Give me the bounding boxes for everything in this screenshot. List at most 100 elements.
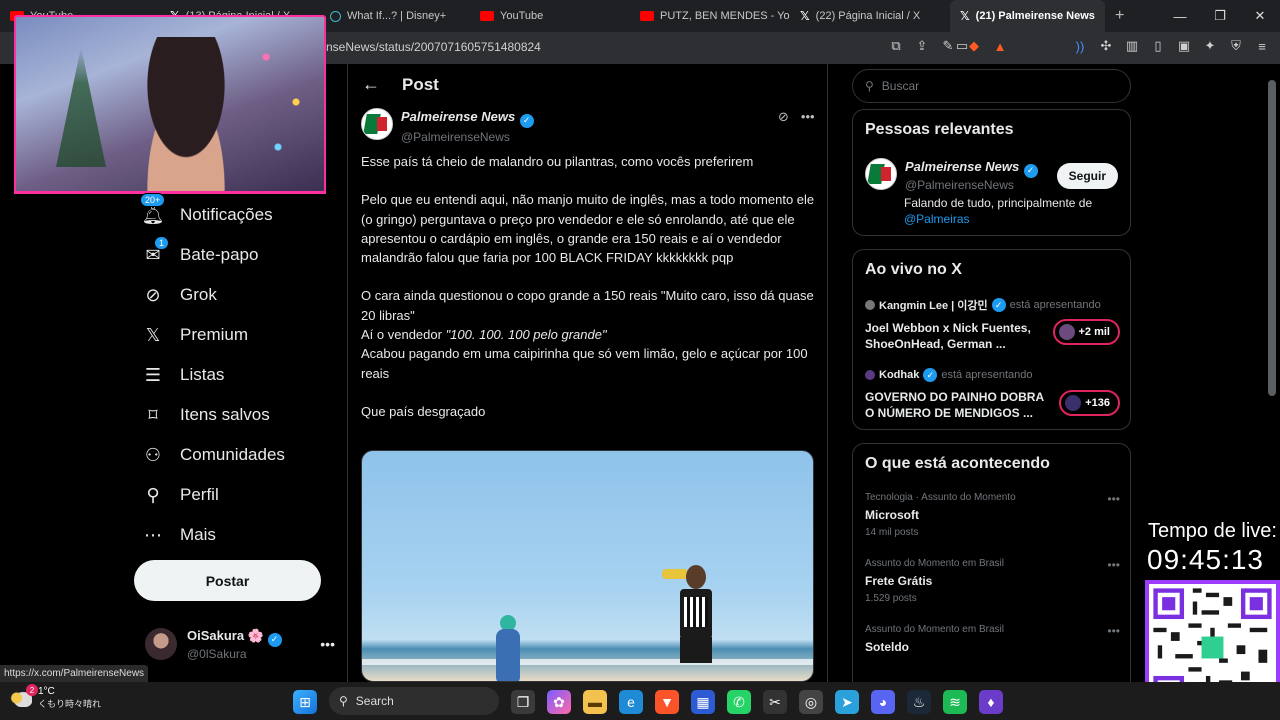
steam-icon[interactable]: ♨ bbox=[907, 690, 931, 714]
nav-profile[interactable]: ⚲ Perfil bbox=[134, 475, 334, 515]
palmeirense-logo bbox=[865, 158, 897, 190]
extensions-icon[interactable]: ✣ bbox=[1098, 38, 1114, 54]
brave-rewards-icon[interactable]: ▲ bbox=[992, 38, 1008, 54]
share-icon[interactable]: ⇪ bbox=[914, 38, 930, 54]
spotify-icon[interactable]: ≋ bbox=[943, 690, 967, 714]
nav-more[interactable]: ⋯ Mais bbox=[134, 515, 334, 555]
post-paragraph: Esse país tá cheio de malandro ou pilant… bbox=[361, 154, 754, 169]
telegram-icon[interactable]: ➤ bbox=[835, 690, 859, 714]
host-avatar bbox=[865, 300, 875, 310]
weather-widget[interactable]: 2 1°C くもり時々晴れ bbox=[10, 684, 101, 710]
left-nav: 🔔︎ 20+ Notificações ✉ 1 Bate-papo ⊘ Grok 𝕏 Pre… bbox=[134, 193, 334, 555]
more-options-icon[interactable]: ••• bbox=[801, 109, 815, 125]
back-arrow-icon[interactable]: ← bbox=[362, 74, 380, 95]
youtube-icon bbox=[480, 11, 494, 21]
nav-bookmarks[interactable]: ⌑ Itens salvos bbox=[134, 395, 334, 435]
brave-icon[interactable]: ▼ bbox=[655, 690, 679, 714]
nav-communities[interactable]: ⚇ Comunidades bbox=[134, 435, 334, 475]
taskbar-search[interactable]: ⚲ Search bbox=[329, 687, 499, 715]
live-title-text: Joel Webbon x Nick Fuentes, ShoeOnHead, … bbox=[865, 321, 1031, 351]
live-item[interactable]: Kangmin Lee | 이강민 ✓ está apresentando Joel… bbox=[865, 297, 1120, 352]
task-view-icon[interactable]: ❐ bbox=[511, 690, 535, 714]
more-dots-icon[interactable]: ••• bbox=[320, 636, 335, 652]
trend-item[interactable]: Assunto do Momento em Brasil Soteldo ••• bbox=[865, 624, 1120, 654]
woman-figure bbox=[492, 615, 522, 681]
post-button[interactable]: Postar bbox=[134, 560, 321, 601]
screen-icon[interactable]: ⧉ bbox=[888, 38, 904, 54]
whatsapp-icon[interactable]: ✆ bbox=[727, 690, 751, 714]
obs-icon[interactable]: ◎ bbox=[799, 690, 823, 714]
webcam-overlay bbox=[14, 15, 326, 193]
sidebar-panel-icon[interactable]: ▯ bbox=[1150, 38, 1166, 54]
more-dots-icon[interactable]: ••• bbox=[1107, 558, 1120, 572]
live-title-text: GOVERNO DO PAINHO DOBRA O NÚMERO DE MEND… bbox=[865, 390, 1044, 420]
nav-grok[interactable]: ⊘ Grok bbox=[134, 275, 334, 315]
bell-icon: 🔔︎ bbox=[141, 204, 165, 225]
column-divider-right bbox=[827, 64, 828, 684]
nav-notifications[interactable]: 🔔︎ 20+ Notificações bbox=[134, 193, 334, 235]
relevant-title: Pessoas relevantes bbox=[865, 121, 1014, 138]
more-dots-icon[interactable]: ••• bbox=[1107, 492, 1120, 506]
menu-icon[interactable]: ≡ bbox=[1254, 38, 1270, 54]
live-item[interactable]: Kodhak ✓ está apresentando GOVERNO DO PAIN… bbox=[865, 368, 1120, 421]
youtube-icon bbox=[640, 11, 654, 21]
windows-start-icon[interactable]: ⊞ bbox=[293, 690, 317, 714]
vendor-figure bbox=[672, 563, 720, 681]
nav-lists[interactable]: ☰ Listas bbox=[134, 355, 334, 395]
maximize-icon[interactable]: ❐ bbox=[1200, 8, 1240, 24]
vpn-icon[interactable]: ⛨ bbox=[1228, 38, 1244, 54]
x-icon: 𝕏 bbox=[800, 9, 810, 23]
live-listeners-pill[interactable]: +136 bbox=[1059, 390, 1120, 416]
trend-item[interactable]: Assunto do Momento em Brasil Frete Gráti… bbox=[865, 558, 1120, 604]
person-icon: ⚲ bbox=[146, 484, 160, 505]
relevant-account[interactable]: Palmeirense News ✓ @PalmeirenseNews bbox=[865, 158, 1038, 192]
nav-chat[interactable]: ✉ 1 Bate-papo bbox=[134, 235, 334, 275]
account-switcher[interactable]: OiSakura 🌸 ✓ @0lSakura ••• bbox=[145, 628, 335, 661]
audio-icon[interactable]: )) bbox=[1072, 38, 1088, 54]
live-listeners-pill[interactable]: +2 mil bbox=[1052, 319, 1120, 345]
listener-avatar bbox=[1058, 324, 1075, 340]
palmeirense-logo bbox=[361, 108, 393, 140]
wallet-icon[interactable]: ▣ bbox=[1176, 38, 1192, 54]
page-scrollbar[interactable] bbox=[1268, 80, 1276, 396]
nav-premium[interactable]: 𝕏 Premium bbox=[134, 315, 334, 355]
palmeiras-link[interactable]: @Palmeiras bbox=[904, 212, 970, 226]
discord-icon[interactable]: ◕ bbox=[871, 690, 895, 714]
more-dots-icon[interactable]: ••• bbox=[1107, 624, 1120, 638]
edit-icon[interactable]: ✎ bbox=[940, 38, 956, 54]
live-card: Ao vivo no X Kangmin Lee | 이강민 ✓ está apre… bbox=[852, 249, 1131, 430]
tab-youtube-putz[interactable]: PUTZ, BEN MENDES - YouTu bbox=[630, 0, 790, 32]
trend-item[interactable]: Tecnologia · Assunto do Momento Microsof… bbox=[865, 492, 1120, 538]
verified-icon: ✓ bbox=[1023, 163, 1038, 178]
url-field[interactable]: nseNews/status/2007071605751480824 bbox=[326, 40, 541, 54]
close-window-icon[interactable]: ✕ bbox=[1240, 8, 1280, 24]
relevant-bio: Falando de tudo, principalmente de @Palm… bbox=[904, 196, 1093, 226]
capcut-icon[interactable]: ✂ bbox=[763, 690, 787, 714]
column-divider-left bbox=[347, 64, 348, 684]
minimize-icon[interactable]: — bbox=[1160, 9, 1200, 24]
leo-icon[interactable]: ✦ bbox=[1202, 38, 1218, 54]
tab-x-home-22[interactable]: 𝕏 (22) Página Inicial / X bbox=[790, 0, 950, 32]
app-icon[interactable]: ♦ bbox=[979, 690, 1003, 714]
weather-badge: 2 bbox=[26, 684, 38, 696]
search-placeholder: Buscar bbox=[881, 79, 920, 93]
edge-icon[interactable]: e bbox=[619, 690, 643, 714]
post-media-image[interactable] bbox=[361, 450, 814, 682]
toolbar-icons: )) ✣ ▥ ▯ ▣ ✦ ⛨ ≡ bbox=[1072, 38, 1270, 54]
follow-button[interactable]: Seguir bbox=[1056, 163, 1118, 189]
post-author[interactable]: Palmeirense News ✓ @PalmeirenseNews bbox=[361, 108, 534, 144]
sidebar-toggle-icon[interactable]: ▥ bbox=[1124, 38, 1140, 54]
copilot-icon[interactable]: ✿ bbox=[547, 690, 571, 714]
grok-explain-icon[interactable]: ⊘ bbox=[778, 109, 789, 125]
verified-icon: ✓ bbox=[923, 368, 938, 382]
brave-shield-icon[interactable]: ◆ bbox=[966, 38, 982, 54]
tab-youtube-2[interactable]: YouTube bbox=[470, 0, 630, 32]
file-explorer-icon[interactable]: ▬ bbox=[583, 690, 607, 714]
tab-disney[interactable]: What If...? | Disney+ bbox=[320, 0, 470, 32]
search-input[interactable]: ⚲ Buscar bbox=[852, 69, 1131, 103]
trends-card: O que está acontecendo Tecnologia · Assu… bbox=[852, 443, 1131, 693]
store-icon[interactable]: ▦ bbox=[691, 690, 715, 714]
new-tab-button[interactable]: + bbox=[1105, 7, 1134, 25]
avatar bbox=[145, 628, 177, 661]
tab-palmeirense-news[interactable]: 𝕏(21) Palmeirense News✕ bbox=[950, 0, 1105, 32]
